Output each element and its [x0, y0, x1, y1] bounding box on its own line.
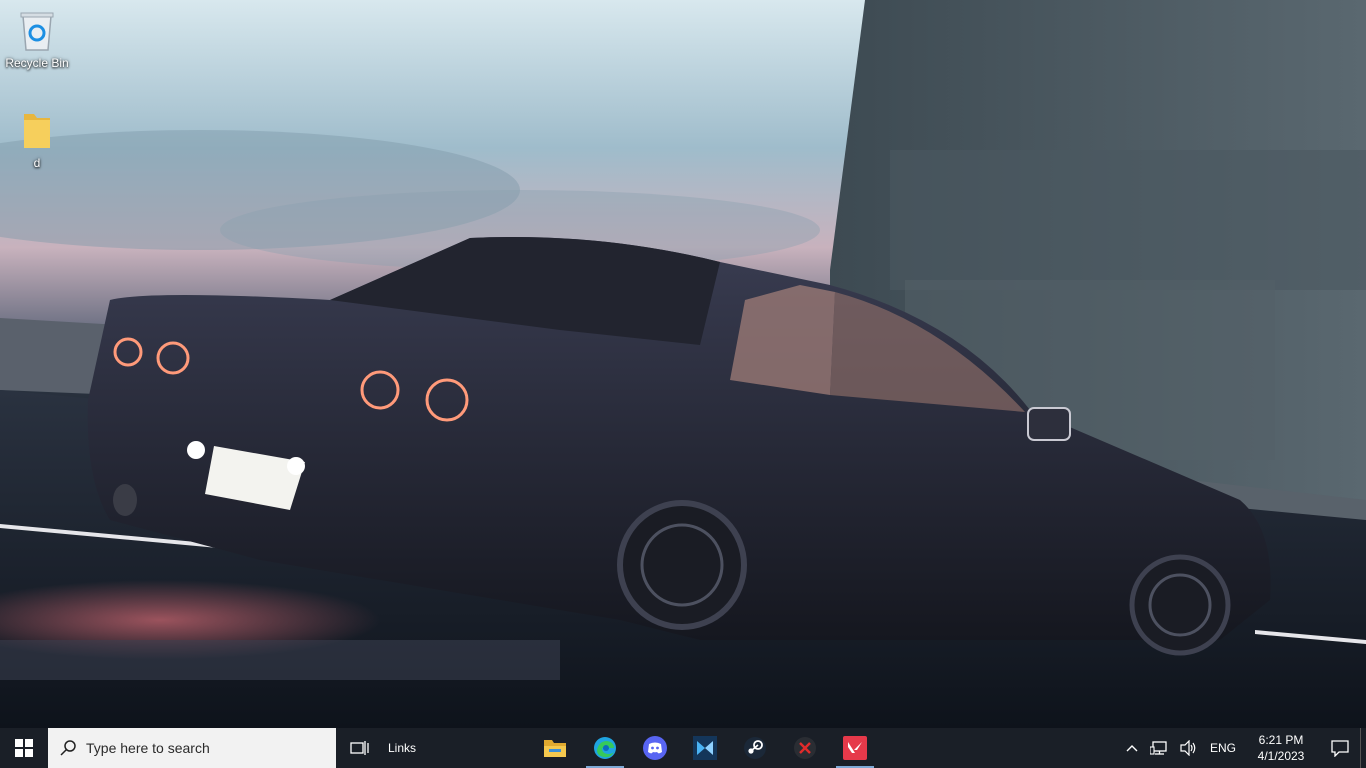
folder-icon [13, 106, 61, 154]
desktop-icon-label: Recycle Bin [5, 56, 69, 70]
task-view-icon [350, 741, 369, 755]
taskbar: Type here to search Links ENG 6:21 PM 4/… [0, 728, 1366, 768]
system-tray: ENG 6:21 PM 4/1/2023 [1120, 728, 1366, 768]
taskbar-app-file-explorer[interactable] [530, 728, 580, 768]
search-icon [60, 740, 76, 756]
task-view-button[interactable] [336, 728, 384, 768]
clock-date: 4/1/2023 [1257, 749, 1305, 763]
taskbar-app-bracket[interactable] [680, 728, 730, 768]
clock-time: 6:21 PM [1258, 733, 1304, 747]
steam-icon [744, 737, 766, 759]
action-center-button[interactable] [1320, 728, 1360, 768]
show-hidden-icons-button[interactable] [1120, 728, 1144, 768]
show-desktop-button[interactable] [1360, 728, 1366, 768]
discord-icon [643, 736, 667, 760]
chevron-up-icon [1126, 745, 1138, 752]
search-placeholder: Type here to search [86, 740, 210, 756]
taskbar-app-steam[interactable] [730, 728, 780, 768]
file-explorer-icon [544, 740, 566, 757]
taskbar-app-discord[interactable] [630, 728, 680, 768]
volume-button[interactable] [1174, 728, 1204, 768]
desktop-icon-label: d [33, 156, 41, 170]
desktop-icon-folder-d[interactable]: d [0, 106, 74, 171]
taskbar-pinned-apps [530, 728, 880, 768]
recycle-bin-icon [13, 6, 61, 54]
speaker-icon [1180, 740, 1196, 756]
windows-logo-icon [15, 739, 33, 757]
edge-icon [594, 737, 616, 759]
links-toolbar[interactable]: Links [384, 728, 424, 768]
input-language-button[interactable]: ENG [1204, 728, 1242, 768]
network-icon [1149, 741, 1167, 755]
start-button[interactable] [0, 728, 48, 768]
taskbar-app-edge[interactable] [580, 728, 630, 768]
desktop-wallpaper [0, 0, 1366, 728]
valorant-icon [843, 736, 867, 760]
notification-icon [1331, 740, 1349, 757]
clock-button[interactable]: 6:21 PM 4/1/2023 [1242, 728, 1320, 768]
taskbar-app-red-x[interactable] [780, 728, 830, 768]
taskbar-app-valorant[interactable] [830, 728, 880, 768]
bracket-app-icon [693, 736, 717, 760]
taskbar-search-box[interactable]: Type here to search [48, 728, 336, 768]
red-x-app-icon [794, 737, 816, 759]
network-button[interactable] [1144, 728, 1174, 768]
desktop-icon-recycle-bin[interactable]: Recycle Bin [0, 6, 74, 71]
wallpaper-car-scene [0, 0, 1366, 728]
